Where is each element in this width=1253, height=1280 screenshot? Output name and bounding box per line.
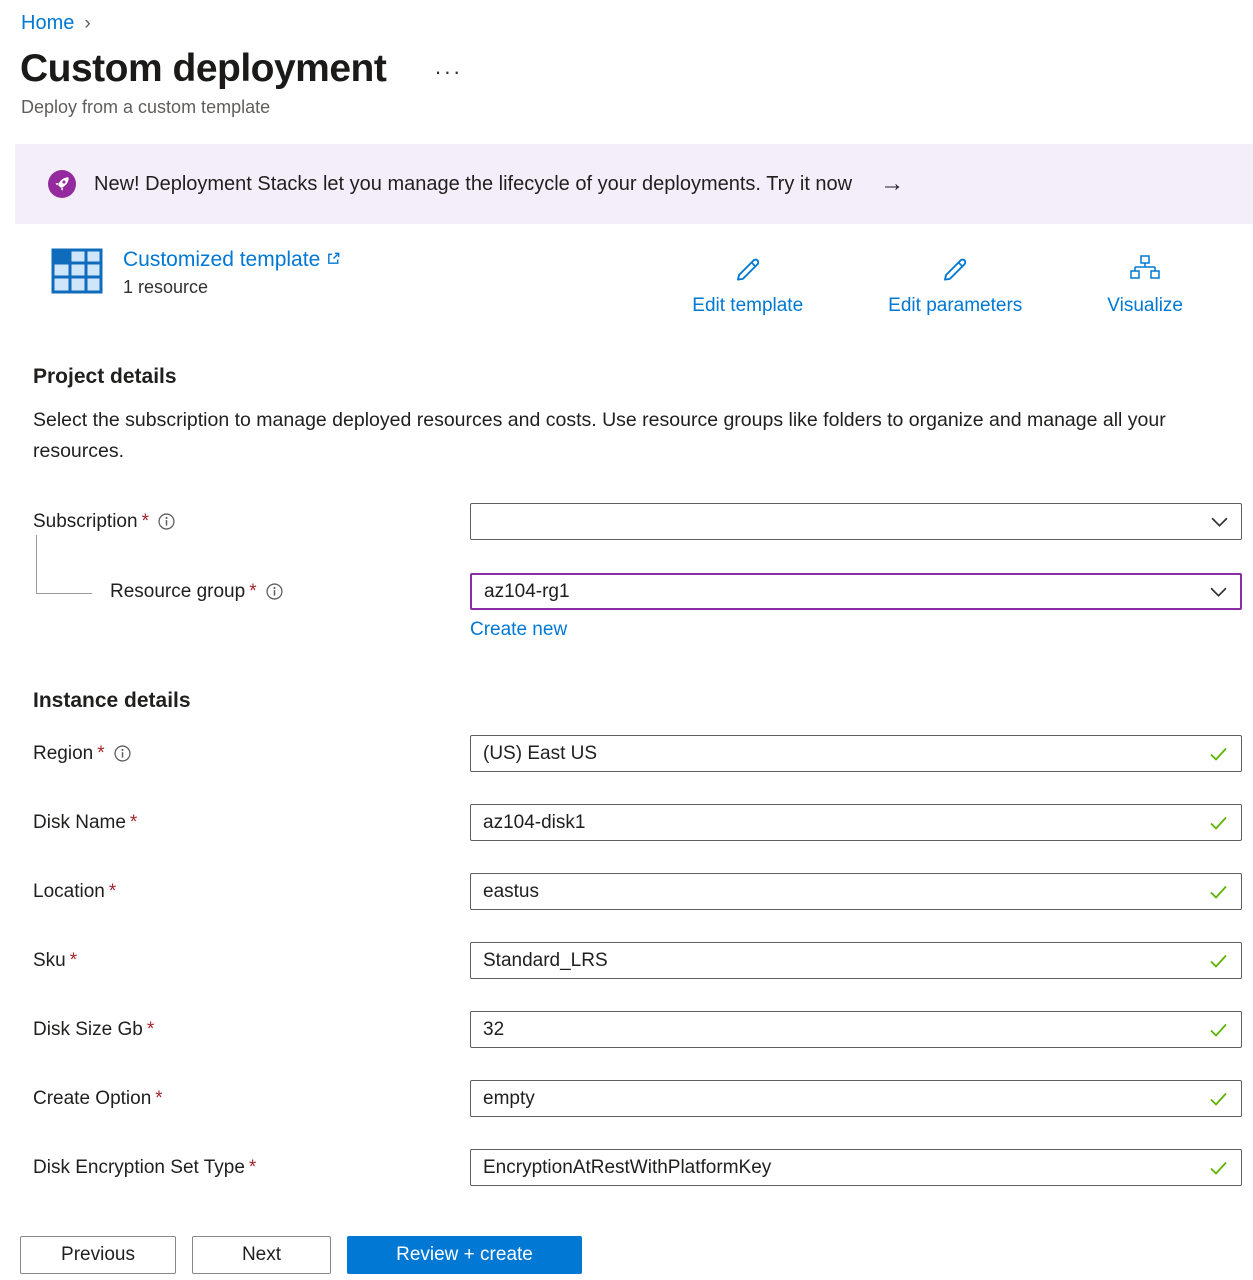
disk-size-label: Disk Size Gb — [33, 1019, 143, 1041]
project-details-form: Subscription * Resource grou — [33, 503, 1242, 641]
create-new-link[interactable]: Create new — [470, 619, 567, 641]
external-link-icon — [326, 248, 341, 272]
sku-input[interactable]: Standard_LRS — [470, 942, 1242, 979]
checkmark-icon — [1209, 1092, 1228, 1106]
rocket-icon — [48, 170, 76, 198]
custom-deployment-page: Home › Custom deployment ··· Deploy from… — [0, 0, 1253, 1280]
wizard-footer: Previous Next Review + create — [0, 1205, 1253, 1280]
page-subtitle: Deploy from a custom template — [21, 97, 1253, 118]
disk-name-row: Disk Name * az104-disk1 — [33, 804, 1242, 841]
disk-size-row: Disk Size Gb * 32 — [33, 1011, 1242, 1048]
disk-encryption-set-type-label: Disk Encryption Set Type — [33, 1157, 245, 1179]
disk-name-label: Disk Name — [33, 812, 126, 834]
required-marker: * — [155, 1088, 162, 1110]
edit-template-button[interactable]: Edit template — [692, 254, 803, 317]
required-marker: * — [249, 1157, 256, 1179]
create-option-label: Create Option — [33, 1088, 151, 1110]
more-options-button[interactable]: ··· — [434, 53, 462, 85]
region-input[interactable]: (US) East US — [470, 735, 1242, 772]
banner-text: New! Deployment Stacks let you manage th… — [94, 173, 852, 196]
location-input[interactable]: eastus — [470, 873, 1242, 910]
required-marker: * — [109, 881, 116, 903]
required-marker: * — [70, 950, 77, 972]
chevron-down-icon — [1210, 587, 1227, 597]
disk-encryption-set-type-row: Disk Encryption Set Type * EncryptionAtR… — [33, 1149, 1242, 1186]
create-option-input[interactable]: empty — [470, 1080, 1242, 1117]
review-create-button[interactable]: Review + create — [347, 1236, 582, 1274]
template-resource-count: 1 resource — [123, 277, 341, 298]
subscription-row: Subscription * — [33, 503, 1242, 540]
resource-group-row: Resource group * az104-rg1 — [33, 573, 1242, 610]
deployment-stacks-banner[interactable]: New! Deployment Stacks let you manage th… — [15, 144, 1253, 224]
disk-encryption-set-type-input[interactable]: EncryptionAtRestWithPlatformKey — [470, 1149, 1242, 1186]
resource-group-dropdown[interactable]: az104-rg1 — [470, 573, 1242, 610]
required-marker: * — [249, 581, 256, 603]
required-marker: * — [130, 812, 137, 834]
hierarchy-icon — [1130, 254, 1160, 290]
edit-parameters-button[interactable]: Edit parameters — [888, 254, 1022, 317]
pencil-icon — [940, 254, 970, 290]
arrow-right-icon: → — [880, 170, 904, 198]
breadcrumb: Home › — [0, 0, 1253, 35]
checkmark-icon — [1209, 816, 1228, 830]
project-details-heading: Project details — [33, 365, 1253, 389]
checkmark-icon — [1209, 1161, 1228, 1175]
info-icon[interactable] — [158, 513, 175, 530]
subscription-dropdown[interactable] — [470, 503, 1242, 540]
required-marker: * — [97, 743, 104, 765]
instance-details-heading: Instance details — [33, 689, 1253, 713]
chevron-down-icon — [1211, 517, 1228, 527]
location-label: Location — [33, 881, 105, 903]
page-title: Custom deployment — [20, 47, 386, 91]
subscription-label: Subscription — [33, 511, 138, 533]
next-button[interactable]: Next — [192, 1236, 331, 1274]
resource-group-label: Resource group — [110, 581, 245, 603]
disk-name-input[interactable]: az104-disk1 — [470, 804, 1242, 841]
region-row: Region * (US) East US — [33, 735, 1242, 772]
checkmark-icon — [1209, 1023, 1228, 1037]
checkmark-icon — [1209, 885, 1228, 899]
previous-button[interactable]: Previous — [20, 1236, 176, 1274]
resource-group-connector — [36, 535, 92, 594]
sku-label: Sku — [33, 950, 66, 972]
required-marker: * — [147, 1019, 154, 1041]
required-marker: * — [142, 511, 149, 533]
location-row: Location * eastus — [33, 873, 1242, 910]
info-icon[interactable] — [114, 745, 131, 762]
template-icon — [51, 248, 103, 299]
checkmark-icon — [1209, 747, 1228, 761]
region-label: Region — [33, 743, 93, 765]
pencil-icon — [733, 254, 763, 290]
create-option-row: Create Option * empty — [33, 1080, 1242, 1117]
checkmark-icon — [1209, 954, 1228, 968]
project-details-description: Select the subscription to manage deploy… — [33, 405, 1183, 467]
visualize-button[interactable]: Visualize — [1107, 254, 1183, 317]
instance-details-form: Region * (US) East US Disk Na — [33, 735, 1242, 1186]
breadcrumb-home-link[interactable]: Home — [21, 12, 74, 35]
sku-row: Sku * Standard_LRS — [33, 942, 1242, 979]
disk-size-input[interactable]: 32 — [470, 1011, 1242, 1048]
template-card: Customized template 1 resource — [51, 248, 1183, 317]
breadcrumb-separator: › — [84, 13, 90, 35]
customized-template-link[interactable]: Customized template — [123, 248, 341, 272]
info-icon[interactable] — [266, 583, 283, 600]
